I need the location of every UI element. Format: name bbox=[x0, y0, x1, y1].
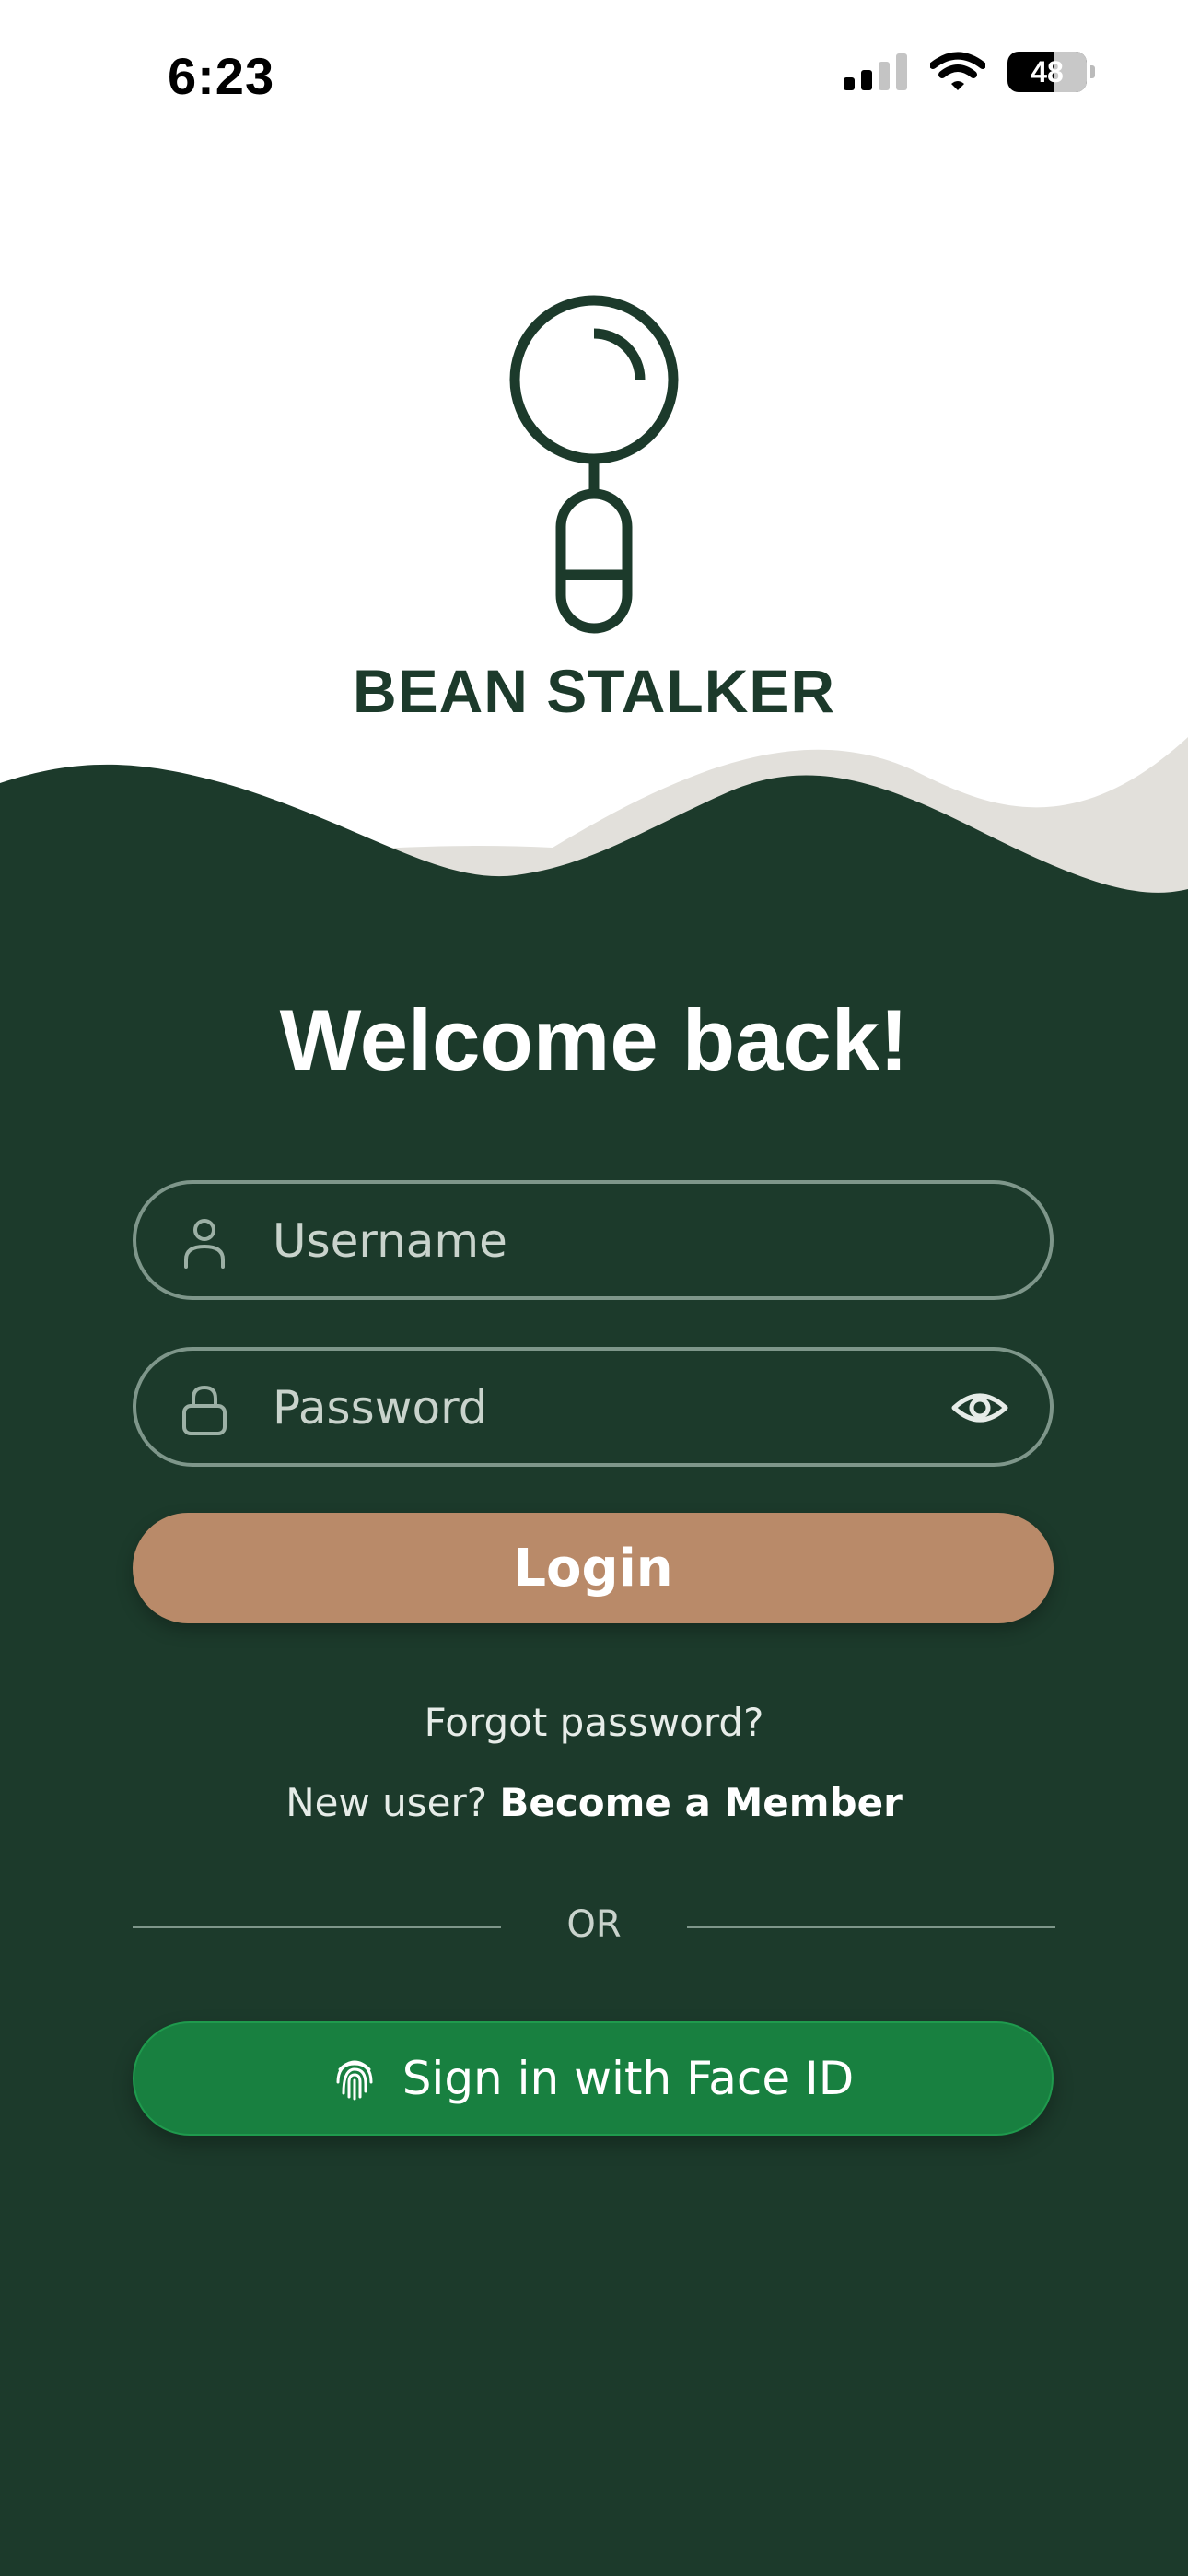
new-user-line: New user? Become a Member bbox=[0, 1780, 1188, 1825]
login-panel bbox=[0, 921, 1188, 2576]
welcome-title: Welcome back! bbox=[279, 991, 909, 1088]
show-password-eye-icon[interactable] bbox=[950, 1380, 1009, 1435]
user-icon bbox=[184, 1219, 225, 1269]
username-field[interactable] bbox=[133, 1180, 1054, 1300]
wifi-icon bbox=[930, 52, 985, 90]
password-input[interactable] bbox=[271, 1351, 919, 1465]
divider-right bbox=[687, 1926, 1055, 1928]
username-input[interactable] bbox=[271, 1184, 919, 1298]
magnifier-logo-icon bbox=[509, 295, 679, 634]
status-icons: 48 bbox=[844, 52, 1095, 92]
battery-icon: 48 bbox=[1007, 52, 1095, 92]
lock-icon bbox=[182, 1385, 227, 1435]
forgot-password-link[interactable]: Forgot password? bbox=[0, 1700, 1188, 1745]
become-member-link[interactable]: Become a Member bbox=[499, 1780, 902, 1825]
cellular-signal-icon bbox=[844, 53, 907, 90]
status-bar: 6:23 48 bbox=[0, 0, 1188, 157]
brand-name: BEAN STALKER bbox=[352, 657, 836, 725]
new-user-prefix: New user? bbox=[285, 1780, 500, 1825]
divider-left bbox=[133, 1926, 501, 1928]
password-field[interactable] bbox=[133, 1347, 1054, 1467]
battery-percentage: 48 bbox=[1031, 54, 1064, 88]
faceid-signin-button[interactable]: Sign in with Face ID bbox=[133, 2021, 1054, 2136]
login-button[interactable]: Login bbox=[133, 1513, 1054, 1623]
status-time: 6:23 bbox=[168, 47, 275, 105]
faceid-button-label: Sign in with Face ID bbox=[402, 2052, 855, 2105]
battery-cap bbox=[1090, 65, 1095, 78]
or-divider-text: OR bbox=[566, 1903, 622, 1946]
brand-logo: BEAN STALKER bbox=[0, 276, 1188, 726]
fingerprint-icon bbox=[336, 2060, 373, 2101]
